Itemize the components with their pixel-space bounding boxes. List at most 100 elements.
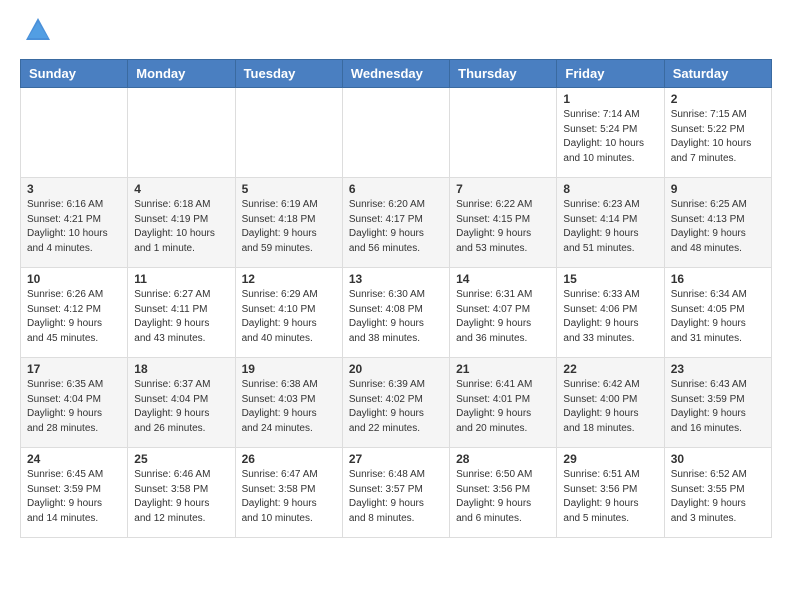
calendar-cell: 2 Sunrise: 7:15 AM Sunset: 5:22 PM Daylig… (664, 88, 771, 178)
calendar-header-row: SundayMondayTuesdayWednesdayThursdayFrid… (21, 60, 772, 88)
day-number: 19 (242, 362, 336, 376)
calendar-header-wednesday: Wednesday (342, 60, 449, 88)
calendar-cell: 3Sunrise: 6:16 AM Sunset: 4:21 PM Daylig… (21, 178, 128, 268)
calendar-header-monday: Monday (128, 60, 235, 88)
day-number: 10 (27, 272, 121, 286)
calendar-cell (450, 88, 557, 178)
day-info: Sunrise: 6:25 AM Sunset: 4:13 PM Dayligh… (671, 198, 765, 256)
logo-icon (24, 16, 52, 49)
calendar-cell: 18Sunrise: 6:37 AM Sunset: 4:04 PM Dayli… (128, 358, 235, 448)
day-info: Sunrise: 6:26 AM Sunset: 4:12 PM Dayligh… (27, 288, 121, 346)
day-number: 5 (242, 182, 336, 196)
day-info: Sunrise: 6:30 AM Sunset: 4:08 PM Dayligh… (349, 288, 443, 346)
calendar-cell: 16 Sunrise: 6:34 AM Sunset: 4:05 PM Dayli… (664, 268, 771, 358)
calendar-cell: 8 Sunrise: 6:23 AM Sunset: 4:14 PM Daylig… (557, 178, 664, 268)
day-number: 27 (349, 452, 443, 466)
day-info: Sunrise: 6:38 AM Sunset: 4:03 PM Dayligh… (242, 378, 336, 436)
day-number: 8 (563, 182, 657, 196)
day-info: Sunrise: 6:19 AM Sunset: 4:18 PM Dayligh… (242, 198, 336, 256)
day-info: Sunrise: 6:18 AM Sunset: 4:19 PM Dayligh… (134, 198, 228, 256)
calendar-week-row: 1Sunrise: 7:14 AM Sunset: 5:24 PM Daylig… (21, 88, 772, 178)
calendar-cell: 24Sunrise: 6:45 AM Sunset: 3:59 PM Dayli… (21, 448, 128, 538)
day-number: 9 (671, 182, 765, 196)
calendar-cell: 4 Sunrise: 6:18 AM Sunset: 4:19 PM Daylig… (128, 178, 235, 268)
day-info: Sunrise: 6:51 AM Sunset: 3:56 PM Dayligh… (563, 468, 657, 526)
calendar-cell: 21 Sunrise: 6:41 AM Sunset: 4:01 PM Dayli… (450, 358, 557, 448)
day-number: 26 (242, 452, 336, 466)
day-info: Sunrise: 6:33 AM Sunset: 4:06 PM Dayligh… (563, 288, 657, 346)
day-number: 1 (563, 92, 657, 106)
calendar-cell: 28Sunrise: 6:50 AM Sunset: 3:56 PM Dayli… (450, 448, 557, 538)
day-number: 18 (134, 362, 228, 376)
calendar-week-row: 17 Sunrise: 6:35 AM Sunset: 4:04 PM Dayli… (21, 358, 772, 448)
calendar-cell: 13 Sunrise: 6:30 AM Sunset: 4:08 PM Dayli… (342, 268, 449, 358)
day-number: 17 (27, 362, 121, 376)
calendar-cell: 1Sunrise: 7:14 AM Sunset: 5:24 PM Daylig… (557, 88, 664, 178)
calendar-header-tuesday: Tuesday (235, 60, 342, 88)
day-number: 12 (242, 272, 336, 286)
day-number: 16 (671, 272, 765, 286)
calendar-cell: 17 Sunrise: 6:35 AM Sunset: 4:04 PM Dayli… (21, 358, 128, 448)
calendar-cell: 27 Sunrise: 6:48 AM Sunset: 3:57 PM Dayli… (342, 448, 449, 538)
calendar-cell: 20 Sunrise: 6:39 AM Sunset: 4:02 PM Dayli… (342, 358, 449, 448)
day-number: 13 (349, 272, 443, 286)
calendar-cell (128, 88, 235, 178)
day-number: 11 (134, 272, 228, 286)
day-number: 30 (671, 452, 765, 466)
day-number: 25 (134, 452, 228, 466)
calendar-table: SundayMondayTuesdayWednesdayThursdayFrid… (20, 59, 772, 538)
day-number: 20 (349, 362, 443, 376)
calendar-header-friday: Friday (557, 60, 664, 88)
day-info: Sunrise: 6:41 AM Sunset: 4:01 PM Dayligh… (456, 378, 550, 436)
day-info: Sunrise: 6:29 AM Sunset: 4:10 PM Dayligh… (242, 288, 336, 346)
page: SundayMondayTuesdayWednesdayThursdayFrid… (0, 0, 792, 554)
day-info: Sunrise: 6:31 AM Sunset: 4:07 PM Dayligh… (456, 288, 550, 346)
calendar-cell: 5 Sunrise: 6:19 AM Sunset: 4:18 PM Daylig… (235, 178, 342, 268)
day-info: Sunrise: 6:34 AM Sunset: 4:05 PM Dayligh… (671, 288, 765, 346)
calendar-header-sunday: Sunday (21, 60, 128, 88)
calendar-header-saturday: Saturday (664, 60, 771, 88)
day-info: Sunrise: 6:35 AM Sunset: 4:04 PM Dayligh… (27, 378, 121, 436)
logo (20, 16, 52, 49)
day-info: Sunrise: 6:22 AM Sunset: 4:15 PM Dayligh… (456, 198, 550, 256)
day-info: Sunrise: 6:50 AM Sunset: 3:56 PM Dayligh… (456, 468, 550, 526)
day-info: Sunrise: 6:47 AM Sunset: 3:58 PM Dayligh… (242, 468, 336, 526)
calendar-week-row: 10 Sunrise: 6:26 AM Sunset: 4:12 PM Dayli… (21, 268, 772, 358)
day-number: 4 (134, 182, 228, 196)
day-info: Sunrise: 7:15 AM Sunset: 5:22 PM Dayligh… (671, 108, 765, 166)
calendar-cell: 14Sunrise: 6:31 AM Sunset: 4:07 PM Dayli… (450, 268, 557, 358)
day-info: Sunrise: 6:52 AM Sunset: 3:55 PM Dayligh… (671, 468, 765, 526)
day-number: 6 (349, 182, 443, 196)
calendar-cell: 15 Sunrise: 6:33 AM Sunset: 4:06 PM Dayli… (557, 268, 664, 358)
calendar-cell: 23 Sunrise: 6:43 AM Sunset: 3:59 PM Dayli… (664, 358, 771, 448)
day-number: 7 (456, 182, 550, 196)
day-number: 21 (456, 362, 550, 376)
calendar-cell: 26 Sunrise: 6:47 AM Sunset: 3:58 PM Dayli… (235, 448, 342, 538)
calendar-cell (21, 88, 128, 178)
day-info: Sunrise: 6:46 AM Sunset: 3:58 PM Dayligh… (134, 468, 228, 526)
calendar-cell: 22 Sunrise: 6:42 AM Sunset: 4:00 PM Dayli… (557, 358, 664, 448)
day-number: 22 (563, 362, 657, 376)
calendar-cell: 29 Sunrise: 6:51 AM Sunset: 3:56 PM Dayli… (557, 448, 664, 538)
day-info: Sunrise: 6:39 AM Sunset: 4:02 PM Dayligh… (349, 378, 443, 436)
day-info: Sunrise: 6:27 AM Sunset: 4:11 PM Dayligh… (134, 288, 228, 346)
day-number: 23 (671, 362, 765, 376)
day-info: Sunrise: 6:43 AM Sunset: 3:59 PM Dayligh… (671, 378, 765, 436)
day-info: Sunrise: 6:42 AM Sunset: 4:00 PM Dayligh… (563, 378, 657, 436)
calendar-cell: 7 Sunrise: 6:22 AM Sunset: 4:15 PM Daylig… (450, 178, 557, 268)
day-number: 2 (671, 92, 765, 106)
calendar-cell: 19 Sunrise: 6:38 AM Sunset: 4:03 PM Dayli… (235, 358, 342, 448)
calendar-cell: 12 Sunrise: 6:29 AM Sunset: 4:10 PM Dayli… (235, 268, 342, 358)
calendar-header-thursday: Thursday (450, 60, 557, 88)
day-info: Sunrise: 6:20 AM Sunset: 4:17 PM Dayligh… (349, 198, 443, 256)
day-info: Sunrise: 6:45 AM Sunset: 3:59 PM Dayligh… (27, 468, 121, 526)
calendar-cell: 30 Sunrise: 6:52 AM Sunset: 3:55 PM Dayli… (664, 448, 771, 538)
day-number: 29 (563, 452, 657, 466)
day-number: 15 (563, 272, 657, 286)
calendar-cell (235, 88, 342, 178)
day-info: Sunrise: 6:48 AM Sunset: 3:57 PM Dayligh… (349, 468, 443, 526)
day-info: Sunrise: 6:23 AM Sunset: 4:14 PM Dayligh… (563, 198, 657, 256)
day-info: Sunrise: 6:16 AM Sunset: 4:21 PM Dayligh… (27, 198, 121, 256)
calendar-week-row: 3Sunrise: 6:16 AM Sunset: 4:21 PM Daylig… (21, 178, 772, 268)
calendar-cell: 6 Sunrise: 6:20 AM Sunset: 4:17 PM Daylig… (342, 178, 449, 268)
